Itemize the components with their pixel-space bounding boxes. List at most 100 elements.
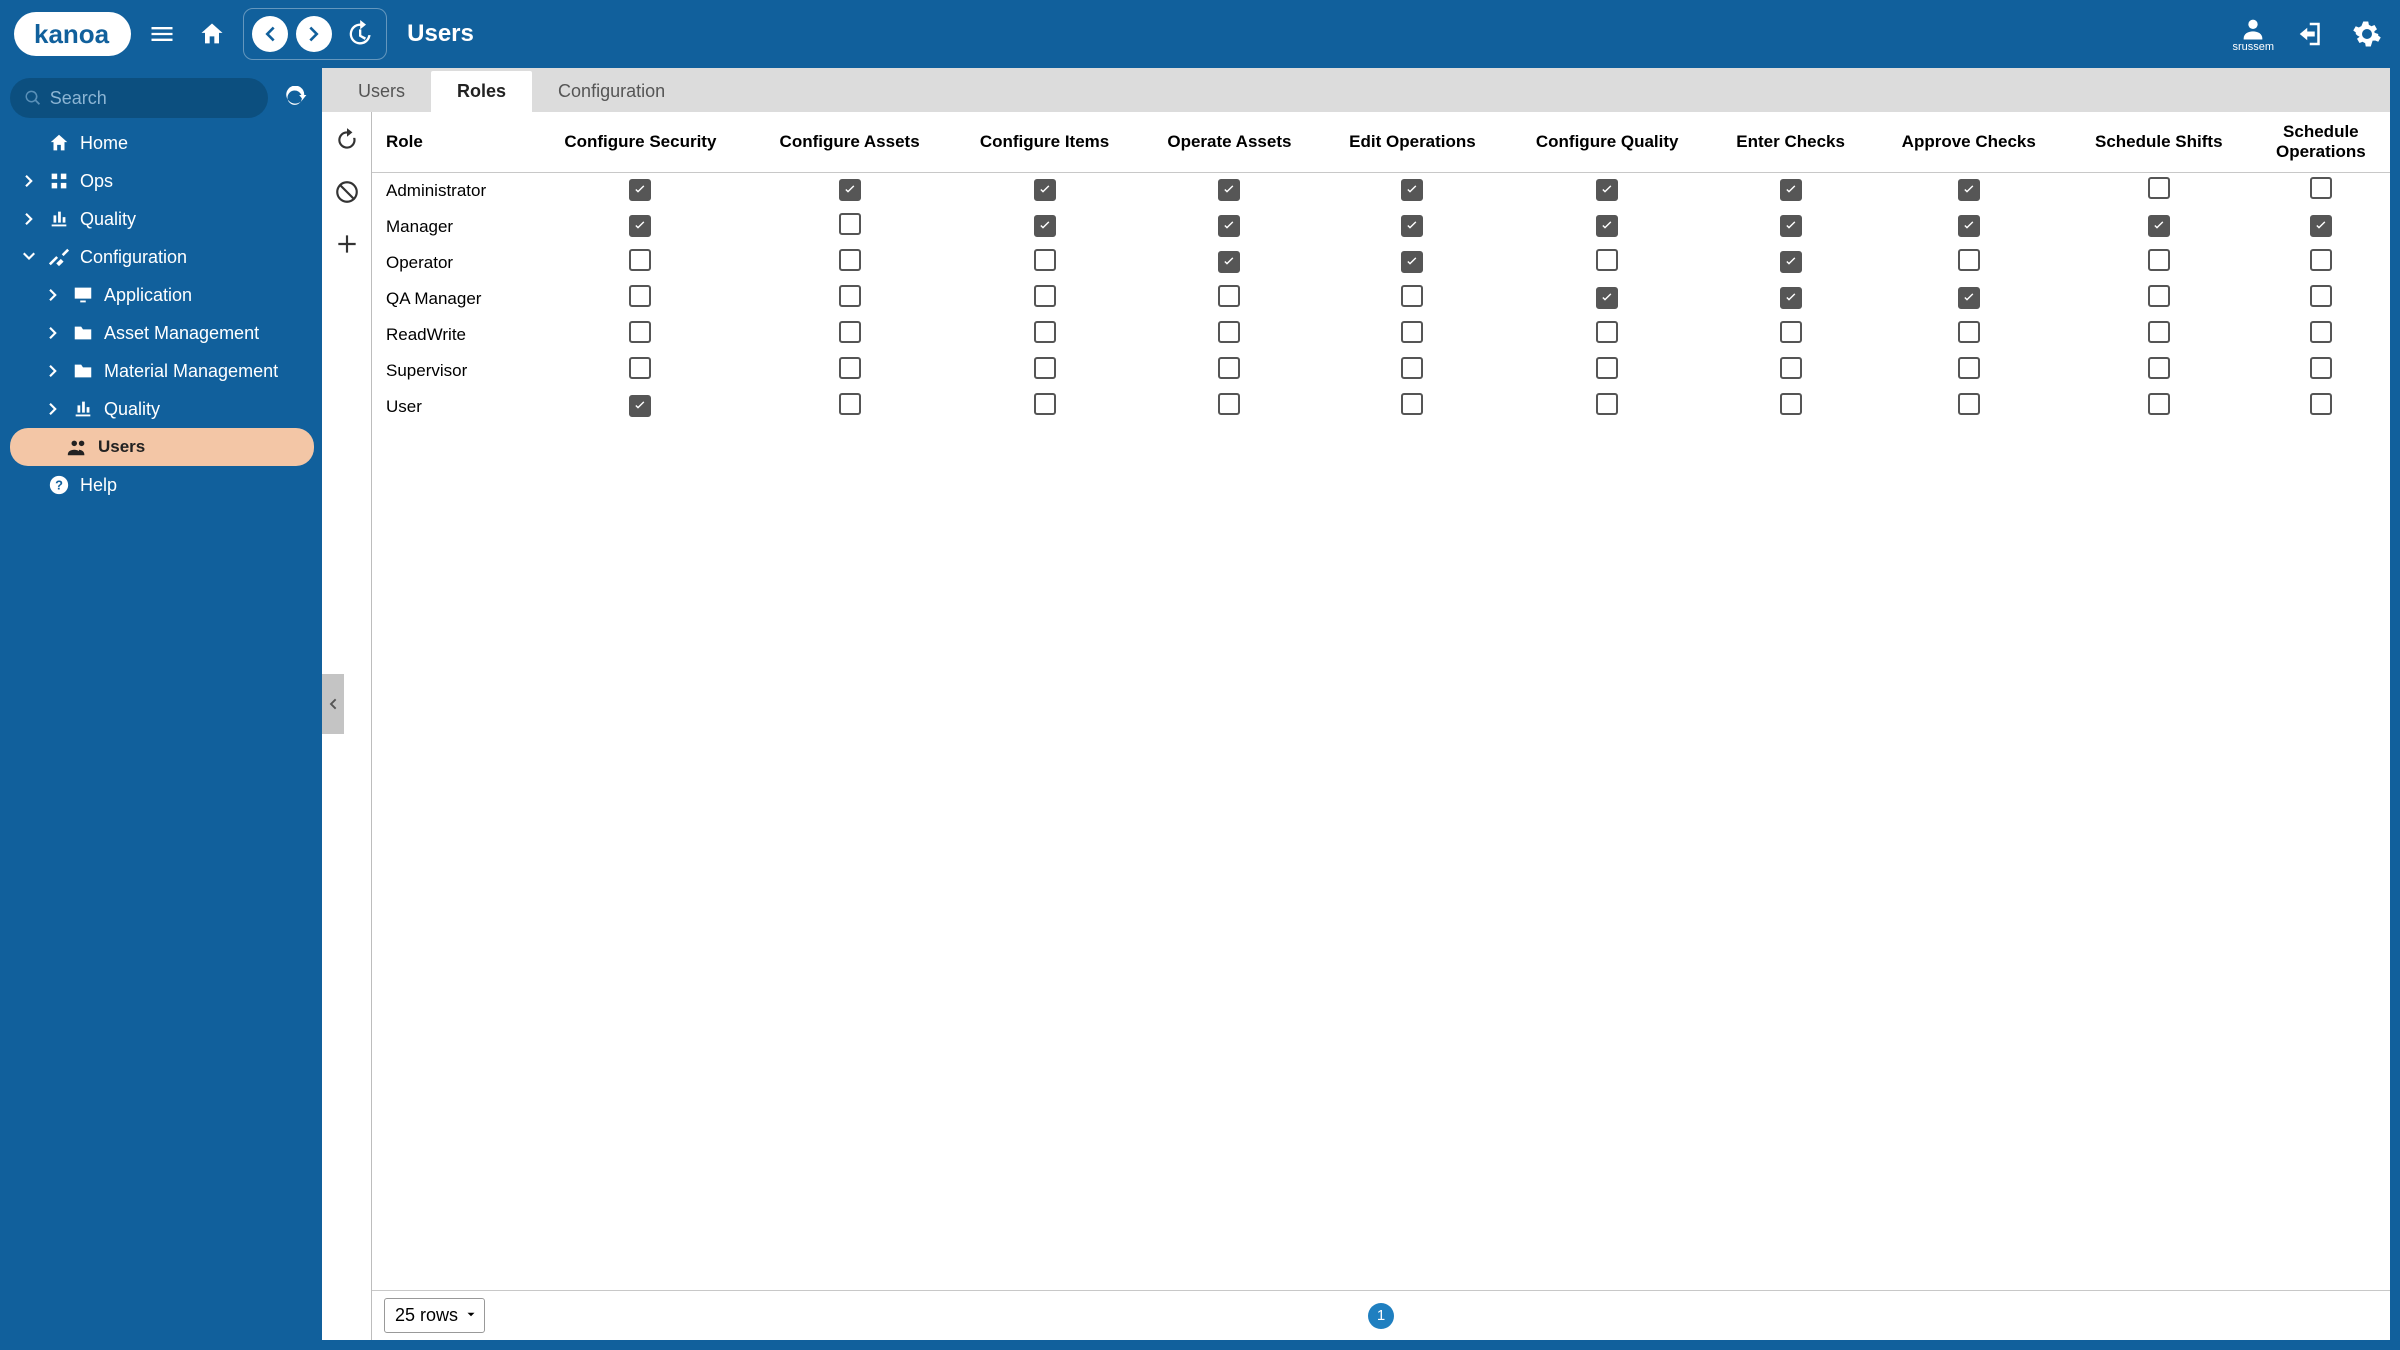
permission-checkbox[interactable] bbox=[2310, 321, 2332, 343]
menu-button[interactable] bbox=[143, 15, 181, 53]
permission-checkbox[interactable] bbox=[1596, 215, 1618, 237]
sidebar-item-users[interactable]: Users bbox=[10, 428, 314, 466]
column-header[interactable]: Schedule Shifts bbox=[2066, 112, 2252, 173]
permission-checkbox[interactable] bbox=[1780, 251, 1802, 273]
permission-checkbox[interactable] bbox=[1034, 179, 1056, 201]
column-header[interactable]: Edit Operations bbox=[1320, 112, 1505, 173]
permission-checkbox[interactable] bbox=[839, 357, 861, 379]
logo[interactable]: kanoa bbox=[14, 12, 131, 56]
sidebar-search[interactable] bbox=[10, 78, 268, 118]
sidebar-item-home[interactable]: Home bbox=[10, 124, 314, 162]
permission-checkbox[interactable] bbox=[1034, 215, 1056, 237]
permission-checkbox[interactable] bbox=[1218, 357, 1240, 379]
permission-checkbox[interactable] bbox=[2148, 215, 2170, 237]
permission-checkbox[interactable] bbox=[1780, 215, 1802, 237]
column-header-role[interactable]: Role bbox=[372, 112, 532, 173]
sidebar-item-asset-management[interactable]: Asset Management bbox=[10, 314, 314, 352]
column-header[interactable]: Configure Items bbox=[950, 112, 1138, 173]
clear-filter-button[interactable] bbox=[331, 176, 363, 208]
permission-checkbox[interactable] bbox=[1034, 357, 1056, 379]
permission-checkbox[interactable] bbox=[1780, 393, 1802, 415]
permission-checkbox[interactable] bbox=[1958, 179, 1980, 201]
permission-checkbox[interactable] bbox=[629, 179, 651, 201]
add-row-button[interactable] bbox=[331, 228, 363, 260]
user-menu[interactable]: srussem bbox=[2232, 15, 2274, 53]
permission-checkbox[interactable] bbox=[1401, 321, 1423, 343]
column-header[interactable]: Approve Checks bbox=[1872, 112, 2066, 173]
permission-checkbox[interactable] bbox=[839, 321, 861, 343]
permission-checkbox[interactable] bbox=[1596, 287, 1618, 309]
column-header[interactable]: Configure Quality bbox=[1505, 112, 1710, 173]
back-button[interactable] bbox=[252, 16, 288, 52]
permission-checkbox[interactable] bbox=[1958, 357, 1980, 379]
sidebar-item-application[interactable]: Application bbox=[10, 276, 314, 314]
permission-checkbox[interactable] bbox=[1596, 249, 1618, 271]
permission-checkbox[interactable] bbox=[839, 393, 861, 415]
permission-checkbox[interactable] bbox=[2310, 215, 2332, 237]
permission-checkbox[interactable] bbox=[1218, 285, 1240, 307]
permission-checkbox[interactable] bbox=[2310, 393, 2332, 415]
permission-checkbox[interactable] bbox=[629, 321, 651, 343]
permission-checkbox[interactable] bbox=[2310, 357, 2332, 379]
permission-checkbox[interactable] bbox=[629, 357, 651, 379]
permission-checkbox[interactable] bbox=[1401, 357, 1423, 379]
permission-checkbox[interactable] bbox=[1780, 179, 1802, 201]
permission-checkbox[interactable] bbox=[1401, 393, 1423, 415]
refresh-table-button[interactable] bbox=[331, 124, 363, 156]
permission-checkbox[interactable] bbox=[1034, 285, 1056, 307]
column-header[interactable]: Configure Security bbox=[532, 112, 749, 173]
permission-checkbox[interactable] bbox=[1596, 357, 1618, 379]
sidebar-item-quality-config[interactable]: Quality bbox=[10, 390, 314, 428]
permission-checkbox[interactable] bbox=[839, 249, 861, 271]
sidebar-item-material-management[interactable]: Material Management bbox=[10, 352, 314, 390]
settings-button[interactable] bbox=[2348, 15, 2386, 53]
search-input[interactable] bbox=[50, 88, 254, 109]
forward-button[interactable] bbox=[296, 16, 332, 52]
permission-checkbox[interactable] bbox=[1596, 321, 1618, 343]
permission-checkbox[interactable] bbox=[629, 215, 651, 237]
tab-users[interactable]: Users bbox=[332, 71, 431, 112]
sidebar-item-help[interactable]: ? Help bbox=[10, 466, 314, 504]
permission-checkbox[interactable] bbox=[1401, 285, 1423, 307]
sidebar-item-quality[interactable]: Quality bbox=[10, 200, 314, 238]
permission-checkbox[interactable] bbox=[2148, 393, 2170, 415]
permission-checkbox[interactable] bbox=[2148, 357, 2170, 379]
permission-checkbox[interactable] bbox=[1218, 215, 1240, 237]
permission-checkbox[interactable] bbox=[1958, 249, 1980, 271]
permission-checkbox[interactable] bbox=[1596, 179, 1618, 201]
sidebar-refresh-button[interactable] bbox=[276, 79, 314, 117]
permission-checkbox[interactable] bbox=[1218, 179, 1240, 201]
permission-checkbox[interactable] bbox=[1034, 321, 1056, 343]
permission-checkbox[interactable] bbox=[1596, 393, 1618, 415]
sidebar-item-ops[interactable]: Ops bbox=[10, 162, 314, 200]
permission-checkbox[interactable] bbox=[1958, 215, 1980, 237]
sidebar-item-configuration[interactable]: Configuration bbox=[10, 238, 314, 276]
permission-checkbox[interactable] bbox=[2148, 285, 2170, 307]
permission-checkbox[interactable] bbox=[2148, 321, 2170, 343]
permission-checkbox[interactable] bbox=[1780, 321, 1802, 343]
permission-checkbox[interactable] bbox=[629, 395, 651, 417]
permission-checkbox[interactable] bbox=[1780, 287, 1802, 309]
permission-checkbox[interactable] bbox=[1401, 251, 1423, 273]
permission-checkbox[interactable] bbox=[2148, 177, 2170, 199]
permission-checkbox[interactable] bbox=[1958, 321, 1980, 343]
tab-roles[interactable]: Roles bbox=[431, 71, 532, 112]
column-header[interactable]: Operate Assets bbox=[1139, 112, 1321, 173]
permission-checkbox[interactable] bbox=[839, 213, 861, 235]
permission-checkbox[interactable] bbox=[839, 285, 861, 307]
permission-checkbox[interactable] bbox=[1218, 251, 1240, 273]
permission-checkbox[interactable] bbox=[1401, 215, 1423, 237]
sidebar-collapse-handle[interactable] bbox=[322, 674, 344, 734]
permission-checkbox[interactable] bbox=[1034, 393, 1056, 415]
permission-checkbox[interactable] bbox=[2310, 249, 2332, 271]
home-button[interactable] bbox=[193, 15, 231, 53]
tab-configuration[interactable]: Configuration bbox=[532, 71, 691, 112]
column-header[interactable]: Configure Assets bbox=[749, 112, 951, 173]
permission-checkbox[interactable] bbox=[1958, 393, 1980, 415]
permission-checkbox[interactable] bbox=[629, 249, 651, 271]
permission-checkbox[interactable] bbox=[2310, 177, 2332, 199]
logout-button[interactable] bbox=[2292, 15, 2330, 53]
permission-checkbox[interactable] bbox=[2148, 249, 2170, 271]
column-header[interactable]: ScheduleOperations bbox=[2252, 112, 2390, 173]
page-number-badge[interactable]: 1 bbox=[1368, 1303, 1394, 1329]
